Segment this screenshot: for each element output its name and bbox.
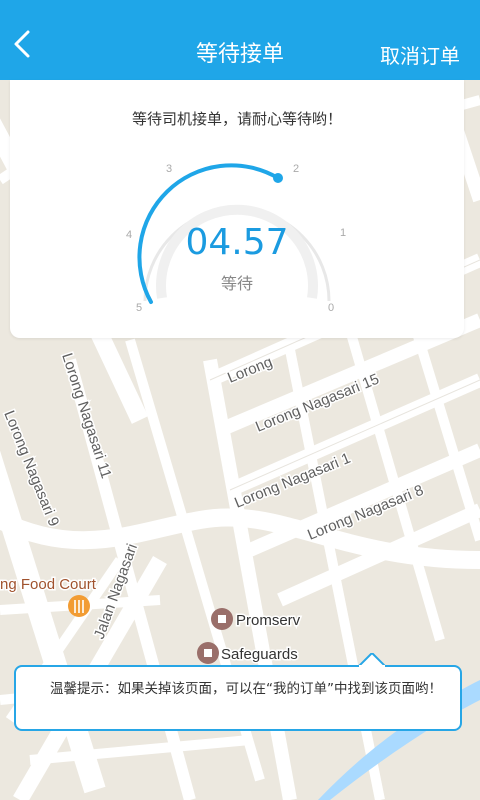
tip-box: 温馨提示：如果关掉该页面，可以在“我的订单”中找到该页面哟！ [14, 653, 462, 731]
gauge-tick-label: 5 [136, 302, 142, 314]
tip-caret [358, 653, 386, 667]
timer-label: 等待 [220, 274, 253, 293]
place-pin-icon [211, 608, 233, 630]
countdown-gauge: 5 4 3 2 1 0 [126, 163, 346, 314]
poi-label-safeguards: Safeguards [221, 646, 298, 663]
gauge-tick-label: 3 [166, 163, 172, 175]
place-pin-icon [197, 642, 219, 664]
countdown-timer: 04.57 [185, 222, 289, 263]
gauge-tick-label: 2 [293, 163, 299, 175]
poi-label-promserv: Promserv [236, 612, 301, 629]
gauge-tick-label: 0 [328, 302, 334, 314]
restaurant-icon [68, 595, 90, 617]
cancel-order-button[interactable]: 取消订单 [380, 40, 460, 69]
poi-label-food-court: ng Food Court [0, 576, 97, 593]
app-header: 等待接单 取消订单 [0, 0, 480, 80]
waiting-card: 等待司机接单，请耐心等待哟！ 5 4 3 2 1 0 04.57 等待 [10, 80, 464, 338]
progress-knob [273, 173, 283, 183]
tip-text: 温馨提示：如果关掉该页面，可以在“我的订单”中找到该页面哟！ [50, 681, 442, 697]
